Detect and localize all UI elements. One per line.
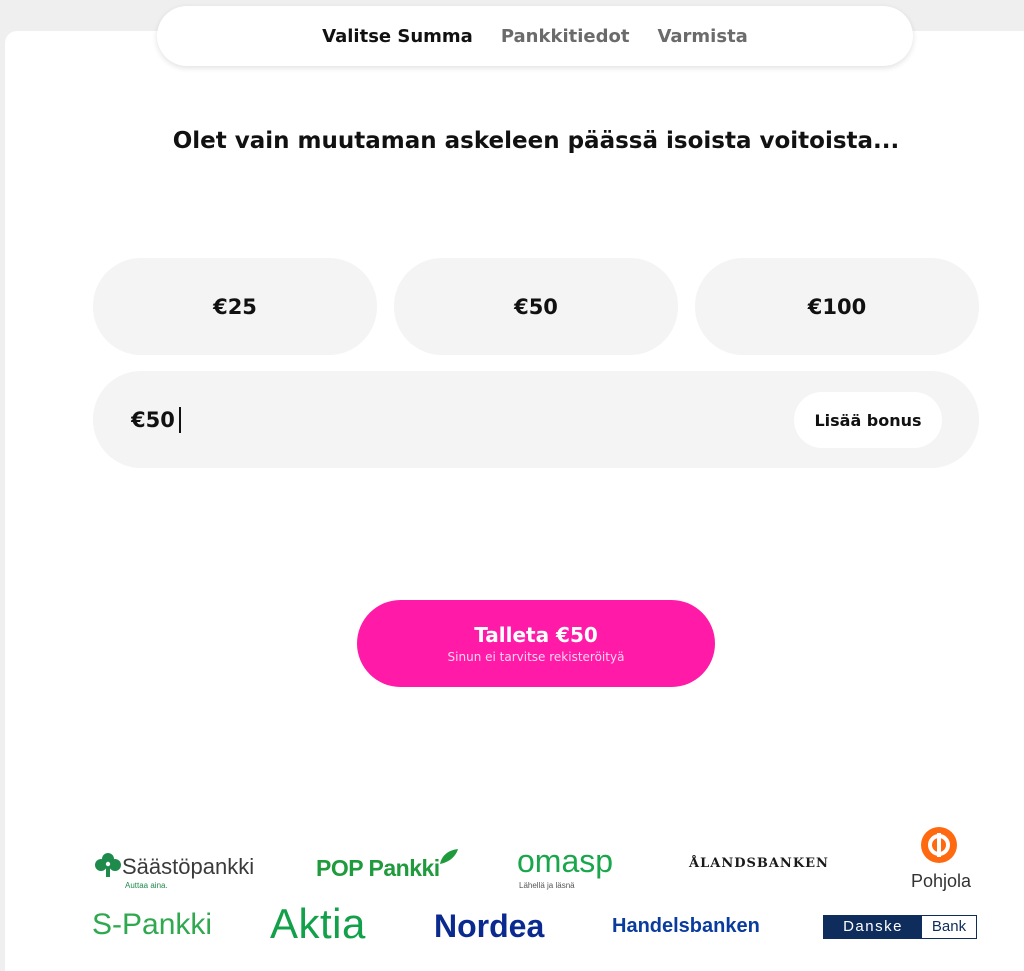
page-headline: Olet vain muutaman askeleen päässä isois… (172, 128, 900, 154)
danske-name-part1: Danske (824, 916, 922, 938)
danske-name-part2: Bank (931, 918, 967, 935)
nordea-name: Nordea (434, 908, 545, 944)
aktia-name: Aktia (270, 900, 366, 947)
amount-option-25[interactable]: €25 (93, 258, 377, 355)
bank-logo-handelsbanken[interactable]: Handelsbanken (612, 915, 777, 943)
amount-input[interactable] (131, 401, 431, 439)
spankki-name: S-Pankki (92, 908, 213, 941)
omasp-tagline: Lähellä ja läsnä (519, 881, 575, 890)
progress-stepper: Valitse Summa Pankkitiedot Varmista (157, 6, 913, 66)
bank-logo-nordea[interactable]: Nordea (434, 908, 564, 948)
deposit-card (5, 31, 1024, 971)
bank-logo-saastopankki[interactable]: Säästöpankki Auttaa aina. (95, 848, 265, 896)
amount-field-container: Lisää bonus (93, 371, 979, 468)
amount-option-100[interactable]: €100 (695, 258, 979, 355)
deposit-button-sublabel: Sinun ei tarvitse rekisteröityä (447, 650, 625, 664)
bank-logo-alandsbanken[interactable]: ÅLANDSBANKEN (689, 856, 859, 876)
text-caret (179, 407, 181, 433)
add-bonus-button[interactable]: Lisää bonus (794, 392, 942, 448)
poppankki-name: POP Pankki (316, 855, 440, 881)
deposit-button-label: Talleta €50 (474, 623, 598, 647)
bank-logo-omasp[interactable]: omasp Lähellä ja läsnä (517, 843, 637, 893)
pohjola-op-icon (921, 827, 957, 863)
poppankki-leaf-icon (440, 849, 458, 864)
pohjola-name: Pohjola (911, 871, 972, 891)
bank-logo-pohjola[interactable]: Pohjola (908, 827, 978, 897)
saastopankki-tree-icon (95, 853, 121, 877)
bank-logo-danske[interactable]: Danske Bank (823, 915, 977, 939)
deposit-button[interactable]: Talleta €50 Sinun ei tarvitse rekisteröi… (357, 600, 715, 687)
saastopankki-tagline: Auttaa aina. (125, 881, 168, 890)
saastopankki-name: Säästöpankki (122, 854, 255, 879)
omasp-name: omasp (517, 843, 614, 879)
handelsbanken-name: Handelsbanken (612, 915, 760, 937)
alandsbanken-name: ÅLANDSBANKEN (689, 856, 829, 871)
amount-option-50[interactable]: €50 (394, 258, 678, 355)
step-confirm[interactable]: Varmista (657, 26, 747, 47)
bank-logo-aktia[interactable]: Aktia (270, 900, 390, 948)
step-select-amount[interactable]: Valitse Summa (322, 26, 473, 47)
bank-logo-poppankki[interactable]: POP Pankki (316, 849, 466, 890)
step-bank-details[interactable]: Pankkitiedot (501, 26, 630, 47)
bank-logo-spankki[interactable]: S-Pankki (92, 908, 222, 946)
